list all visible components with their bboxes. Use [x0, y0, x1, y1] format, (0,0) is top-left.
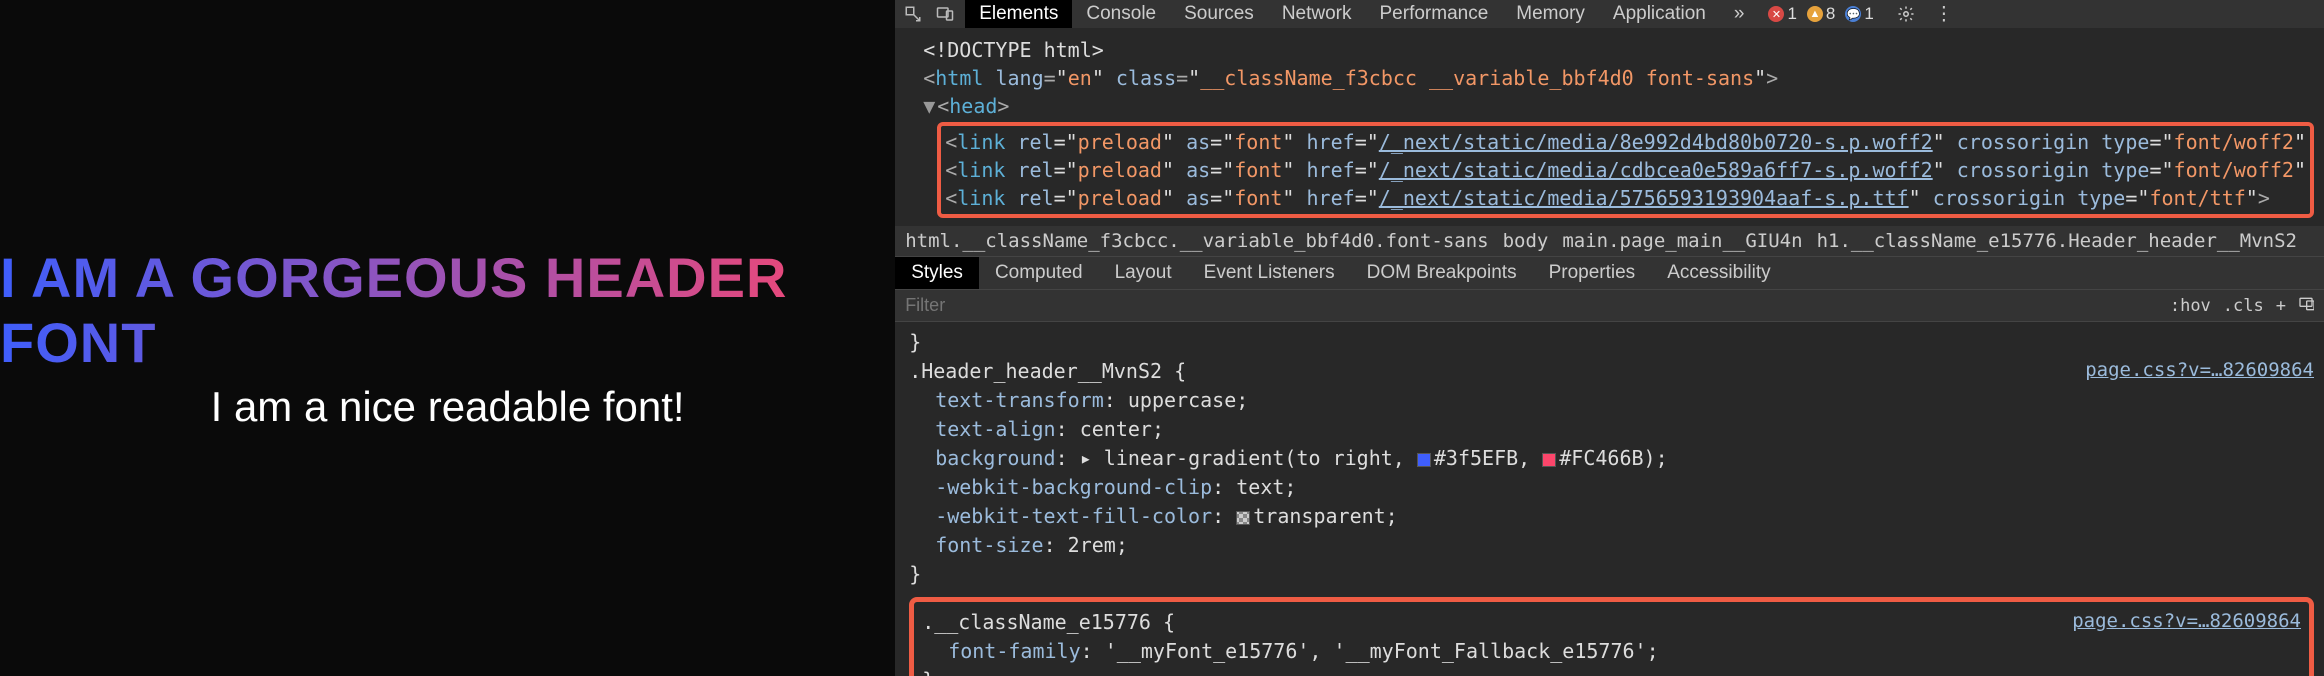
page-header-text: I AM A GORGEOUS HEADER FONT: [0, 245, 895, 375]
elements-tree[interactable]: <!DOCTYPE html> <html lang="en" class="_…: [895, 28, 2324, 226]
styles-tab-styles[interactable]: Styles: [895, 257, 979, 289]
tab-console[interactable]: Console: [1072, 0, 1170, 28]
tab-sources[interactable]: Sources: [1170, 0, 1268, 28]
brace-close: }: [909, 328, 2314, 357]
html-node[interactable]: <html lang="en" class="__className_f3cbc…: [923, 64, 2314, 92]
device-mode-icon[interactable]: [2298, 295, 2314, 316]
device-toggle-icon[interactable]: [933, 2, 957, 26]
page-body-text: I am a nice readable font!: [211, 383, 685, 431]
styles-tab-layout[interactable]: Layout: [1099, 257, 1188, 289]
breadcrumb-item[interactable]: body: [1503, 230, 1549, 252]
styles-filter-input[interactable]: [905, 295, 2170, 316]
new-rule-button[interactable]: +: [2276, 296, 2286, 316]
css-rule[interactable]: page.css?v=…82609864 .Header_header__Mvn…: [909, 357, 2314, 589]
breadcrumb-item[interactable]: html.__className_f3cbcc.__variable_bbf4d…: [905, 230, 1488, 252]
styles-filter-bar: :hov .cls +: [895, 290, 2324, 322]
breadcrumb: html.__className_f3cbcc.__variable_bbf4d…: [895, 226, 2324, 256]
styles-tabs: Styles Computed Layout Event Listeners D…: [895, 256, 2324, 290]
styles-rules[interactable]: } page.css?v=…82609864 .Header_header__M…: [895, 322, 2324, 676]
rule-source-link[interactable]: page.css?v=…82609864: [2072, 608, 2301, 636]
link-node[interactable]: <link rel="preload" as="font" href="/_ne…: [945, 128, 2306, 156]
tab-network[interactable]: Network: [1268, 0, 1366, 28]
link-node[interactable]: <link rel="preload" as="font" href="/_ne…: [945, 184, 2306, 212]
status-badges: ✕1 ▲8 💬1: [1764, 4, 1877, 24]
head-node[interactable]: ▼<head>: [923, 92, 2314, 120]
brace-close: }: [922, 666, 2301, 676]
doctype-node[interactable]: <!DOCTYPE html>: [923, 36, 2314, 64]
warnings-count: 8: [1826, 4, 1835, 24]
devtools-toolbar: Elements Console Sources Network Perform…: [895, 0, 2324, 28]
cls-toggle[interactable]: .cls: [2223, 296, 2264, 316]
tab-memory[interactable]: Memory: [1502, 0, 1599, 28]
styles-tab-properties[interactable]: Properties: [1533, 257, 1652, 289]
inspect-icon[interactable]: [901, 2, 925, 26]
styles-tab-dombreakpoints[interactable]: DOM Breakpoints: [1351, 257, 1533, 289]
tab-performance[interactable]: Performance: [1366, 0, 1503, 28]
warnings-badge[interactable]: ▲8: [1803, 4, 1839, 24]
breadcrumb-item[interactable]: h1.__className_e15776.Header_header__Mvn…: [1817, 230, 2297, 252]
css-rule[interactable]: page.css?v=…82609864 .__className_e15776…: [922, 608, 2301, 676]
info-badge[interactable]: 💬1: [1841, 4, 1877, 24]
styles-tab-computed[interactable]: Computed: [979, 257, 1099, 289]
styles-tab-eventlisteners[interactable]: Event Listeners: [1188, 257, 1351, 289]
color-swatch-icon[interactable]: [1417, 453, 1431, 467]
link-node[interactable]: <link rel="preload" as="font" href="/_ne…: [945, 156, 2306, 184]
kebab-menu-icon[interactable]: ⋮: [1932, 2, 1956, 26]
info-count: 1: [1864, 4, 1873, 24]
tab-application[interactable]: Application: [1599, 0, 1720, 28]
rule-source-link[interactable]: page.css?v=…82609864: [2085, 357, 2314, 385]
errors-badge[interactable]: ✕1: [1764, 4, 1800, 24]
errors-count: 1: [1787, 4, 1796, 24]
devtools-tabs: Elements Console Sources Network Perform…: [965, 0, 1720, 28]
highlighted-links: <link rel="preload" as="font" href="/_ne…: [937, 122, 2314, 218]
color-swatch-icon[interactable]: [1542, 453, 1556, 467]
highlighted-css-rule: page.css?v=…82609864 .__className_e15776…: [909, 597, 2314, 676]
tab-elements[interactable]: Elements: [965, 0, 1072, 28]
rendered-page: I AM A GORGEOUS HEADER FONT I am a nice …: [0, 0, 895, 676]
styles-tab-accessibility[interactable]: Accessibility: [1651, 257, 1786, 289]
gear-icon[interactable]: [1894, 2, 1918, 26]
brace-close: }: [909, 560, 2314, 589]
devtools-panel: Elements Console Sources Network Perform…: [895, 0, 2324, 676]
breadcrumb-item[interactable]: main.page_main__GIU4n: [1562, 230, 1802, 252]
hov-toggle[interactable]: :hov: [2170, 296, 2211, 316]
color-swatch-icon[interactable]: [1236, 511, 1250, 525]
more-tabs-icon[interactable]: »: [1728, 3, 1751, 25]
